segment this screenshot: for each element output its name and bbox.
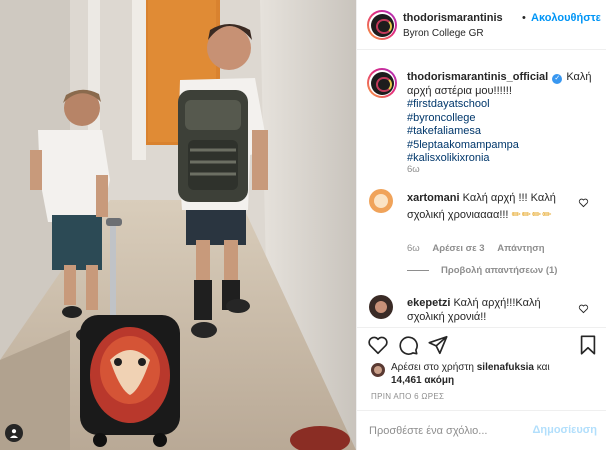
hashtag-link[interactable]: #firstdayatschool — [407, 98, 597, 112]
verified-badge-icon: ✓ — [552, 74, 563, 84]
comments-list[interactable]: thodorismarantinis_official ✓ Καλή αρχή … — [357, 51, 606, 327]
reply-button[interactable]: Απάντηση — [497, 243, 544, 254]
share-icon[interactable] — [427, 334, 449, 356]
caption-avatar[interactable] — [367, 68, 397, 98]
post-location[interactable]: Byron College GR — [403, 28, 484, 39]
photo-scene — [0, 0, 356, 450]
comment-time[interactable]: 6ω — [407, 243, 420, 254]
post-timestamp[interactable]: ΠΡΙΝ ΑΠΟ 6 ΩΡΕΣ — [371, 392, 444, 401]
liked-by-user[interactable]: silenafuksia — [477, 362, 534, 373]
comment-item: xartomani Καλή αρχή !!! Καλή σχολική χρο… — [407, 192, 577, 222]
add-comment-bar: Δημοσίευση — [357, 410, 606, 450]
tag-user-icon — [10, 429, 18, 438]
liked-by-prefix: Αρέσει στο χρήστη — [391, 362, 474, 373]
caption-time[interactable]: 6ω — [407, 164, 420, 175]
commenter-avatar[interactable] — [369, 189, 393, 213]
header-separator: • — [522, 12, 526, 24]
pencil-emoji: ✏✏✏✏ — [511, 208, 553, 221]
post-side-panel: thodorismarantinis • Ακολουθήστε Byron C… — [356, 0, 606, 450]
liker-avatar[interactable] — [371, 363, 385, 377]
likes-summary: Αρέσει στο χρήστη silenafuksia και 14,46… — [391, 361, 601, 387]
post-caption: thodorismarantinis_official ✓ Καλή αρχή … — [407, 71, 597, 166]
header-username[interactable]: thodorismarantinis — [403, 12, 503, 24]
heart-icon[interactable] — [367, 334, 389, 356]
add-comment-input[interactable] — [369, 423, 529, 439]
commenter-avatar[interactable] — [369, 295, 393, 319]
post-comment-button[interactable]: Δημοσίευση — [532, 424, 597, 436]
comment-item: ekepetzi Καλή αρχή!!!Καλή σχολική χρονιά… — [407, 297, 577, 324]
comment-username[interactable]: xartomani — [407, 192, 460, 204]
comment-meta: 6ω Αρέσει σε 3 Απάντηση — [407, 243, 555, 254]
follow-button[interactable]: Ακολουθήστε — [531, 12, 601, 24]
comment-like-heart-icon[interactable] — [578, 303, 589, 314]
likes-count[interactable]: 14,461 — [391, 375, 422, 386]
comment-username[interactable]: ekepetzi — [407, 297, 450, 309]
tag-user-button[interactable] — [5, 424, 23, 442]
hashtag-link[interactable]: #takefaliamesa — [407, 125, 597, 139]
likes-suffix[interactable]: ακόμη — [424, 375, 454, 386]
hashtag-link[interactable]: #kalisxolikixronia — [407, 152, 597, 166]
hashtag-link[interactable]: #5leptaakomampampa — [407, 139, 597, 153]
bookmark-icon[interactable] — [577, 334, 599, 356]
and-word: και — [536, 362, 550, 373]
post-photo[interactable] — [0, 0, 356, 450]
hashtag-link[interactable]: #byroncollege — [407, 112, 597, 126]
comment-likes-count[interactable]: Αρέσει σε 3 — [432, 243, 484, 254]
comment-icon[interactable] — [397, 334, 419, 356]
post-header: thodorismarantinis • Ακολουθήστε Byron C… — [357, 0, 606, 50]
comment-like-heart-icon[interactable] — [578, 197, 589, 208]
author-avatar[interactable] — [367, 10, 397, 40]
caption-username[interactable]: thodorismarantinis_official — [407, 71, 548, 83]
view-replies-button[interactable]: Προβολή απαντήσεων (1) — [407, 265, 557, 276]
